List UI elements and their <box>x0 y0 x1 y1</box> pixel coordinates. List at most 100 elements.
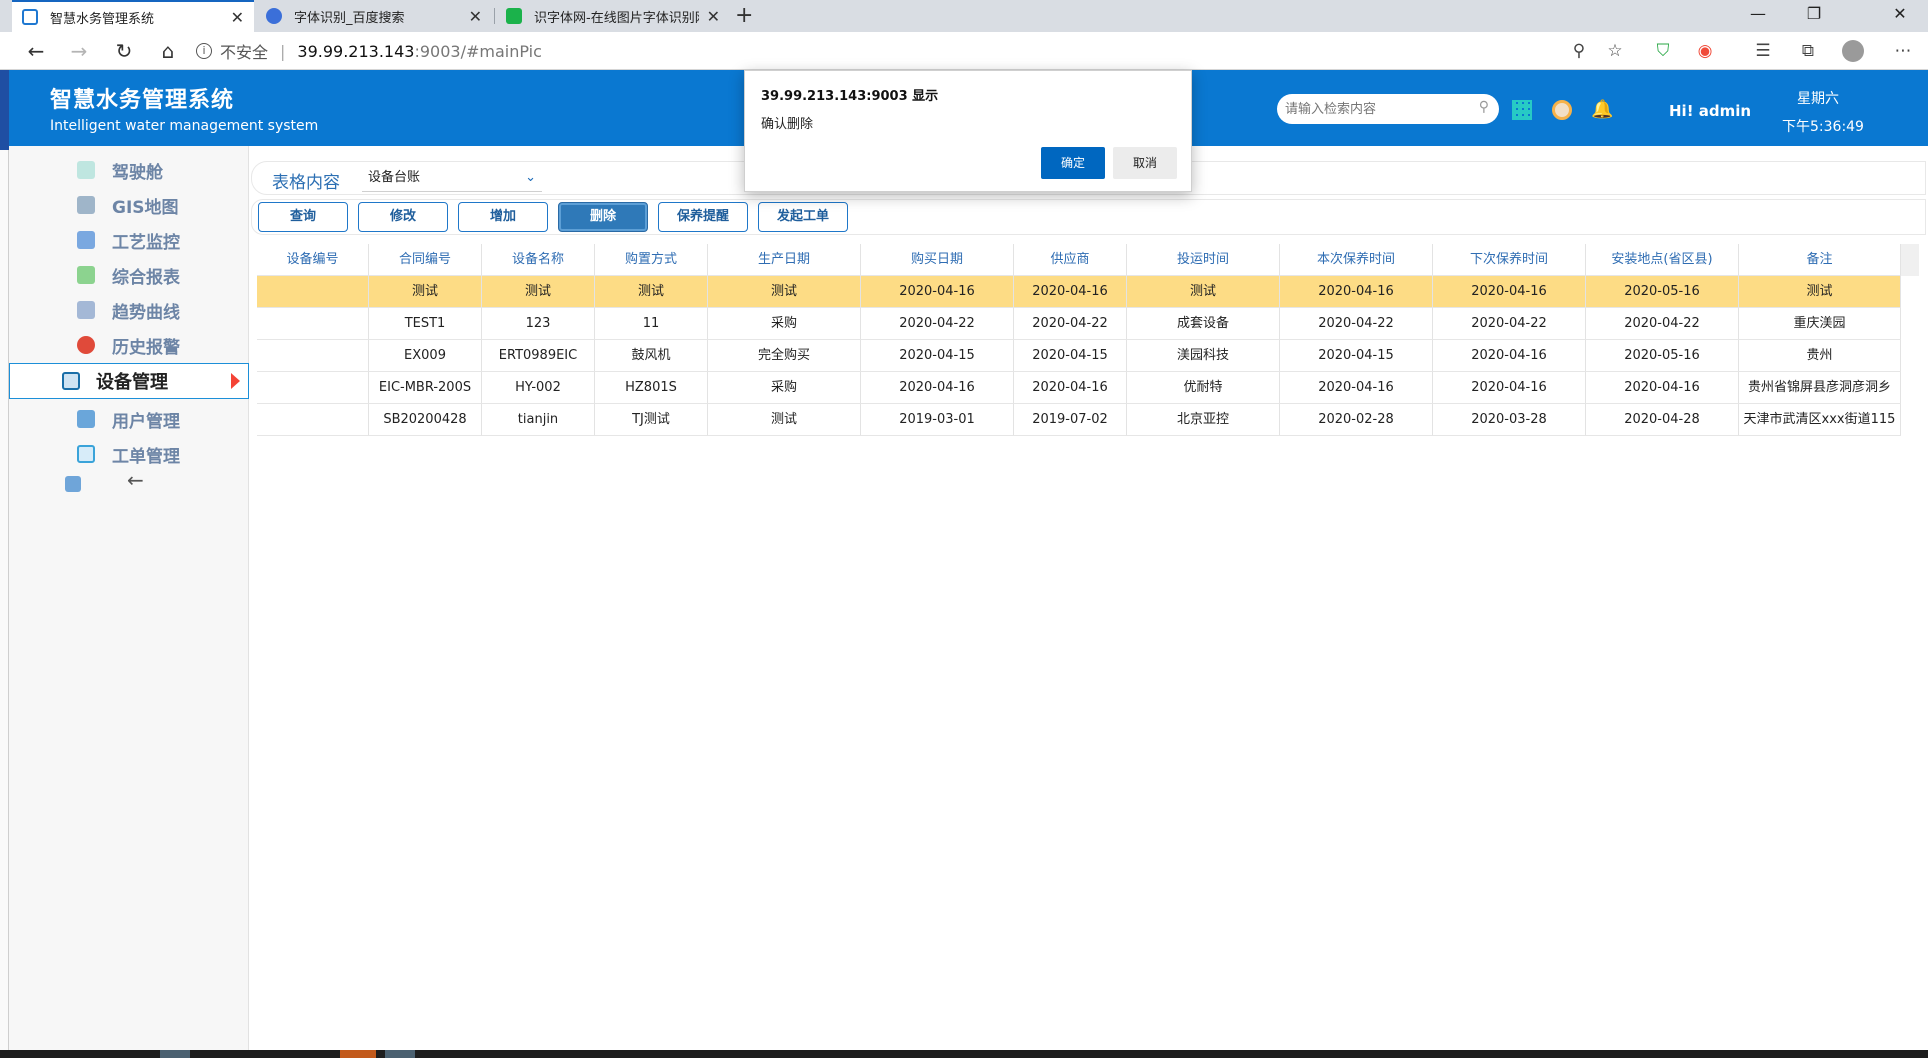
table-cell: 鼓风机 <box>595 340 708 372</box>
table-cell: 重庆渼园 <box>1739 308 1901 340</box>
table-cell: 2020-05-16 <box>1586 340 1739 372</box>
more-icon[interactable]: ⋯ <box>1892 40 1914 62</box>
table-cell: TJ测试 <box>595 404 708 436</box>
sidebar-item-process[interactable]: 工艺监控 <box>9 223 249 257</box>
forward-arrow-icon[interactable]: → <box>65 38 93 64</box>
sidebar-item-alarm[interactable]: 历史报警 <box>9 328 249 362</box>
sidebar-item-cockpit[interactable]: 驾驶舱 <box>9 153 249 187</box>
close-icon[interactable]: ✕ <box>469 7 482 26</box>
url-path: :9003/#mainPic <box>414 41 542 61</box>
table-cell <box>257 404 369 436</box>
extension-icon[interactable]: ◉ <box>1694 40 1716 62</box>
sidebar-item-label: 驾驶舱 <box>112 162 163 183</box>
table-cell: HY-002 <box>482 372 595 404</box>
collections-icon[interactable]: ⧉ <box>1797 40 1819 62</box>
maintenance-reminder-button[interactable]: 保养提醒 <box>658 202 748 232</box>
info-icon[interactable]: i <box>196 43 212 59</box>
sidebar-item-label: 趋势曲线 <box>112 302 180 323</box>
table-row[interactable]: EX009 ERT0989EIC 鼓风机 完全购买 2020-04-15 2020-04-… <box>257 340 1901 372</box>
table-cell: 完全购买 <box>708 340 861 372</box>
window-close-icon[interactable]: ✕ <box>1872 0 1928 32</box>
sidebar-item-user[interactable]: 用户管理 <box>9 402 249 436</box>
query-button[interactable]: 查询 <box>258 202 348 232</box>
taskbar-app[interactable] <box>160 1050 190 1058</box>
monitor-icon <box>77 231 95 249</box>
filter-label: 表格内容 <box>272 173 340 193</box>
table-row[interactable]: SB20200428 tianjin TJ测试 测试 2019-03-01 2019-07… <box>257 404 1901 436</box>
column-header: 生产日期 <box>708 244 861 276</box>
column-header: 投运时间 <box>1127 244 1280 276</box>
shield-extension-icon[interactable]: ⛉ <box>1652 40 1674 62</box>
table-cell <box>257 276 369 308</box>
table-cell: 11 <box>595 308 708 340</box>
user-greeting: Hi! admin <box>1669 102 1752 120</box>
table-cell: 2020-04-15 <box>1280 340 1433 372</box>
new-tab-plus-icon[interactable]: + <box>735 3 753 28</box>
restore-icon[interactable]: ❐ <box>1786 0 1842 32</box>
tab-font-recognition[interactable]: 识字体网-在线图片字体识别网站 ✕ <box>496 0 730 32</box>
address-toolbar: ← → ↻ ⌂ i 不安全 | 39.99.213.143 :9003/#mai… <box>0 32 1928 70</box>
column-header: 备注 <box>1739 244 1901 276</box>
minimize-icon[interactable]: — <box>1730 0 1786 32</box>
zoom-icon[interactable]: ⚲ <box>1568 40 1590 62</box>
table-cell: 采购 <box>708 372 861 404</box>
delete-button[interactable]: 删除 <box>558 202 648 232</box>
collapse-icon[interactable] <box>65 476 81 492</box>
table-row[interactable]: TEST1 123 11 采购 2020-04-22 2020-04-22 成套设备 2020… <box>257 308 1901 340</box>
home-icon[interactable]: ⌂ <box>154 38 182 64</box>
close-icon[interactable]: ✕ <box>707 7 720 26</box>
table-cell: 2020-04-15 <box>1014 340 1127 372</box>
cancel-button[interactable]: 取消 <box>1113 147 1177 179</box>
search-input[interactable] <box>1285 98 1465 120</box>
search-box[interactable]: ⚲ <box>1277 94 1499 124</box>
table-cell: 优耐特 <box>1127 372 1280 404</box>
qr-code-icon[interactable] <box>1512 100 1532 120</box>
table-cell: 测试 <box>708 404 861 436</box>
table-cell: HZ801S <box>595 372 708 404</box>
sidebar-item-report[interactable]: 综合报表 <box>9 258 249 292</box>
column-header: 合同编号 <box>369 244 482 276</box>
url-field[interactable]: i 不安全 | 39.99.213.143 :9003/#mainPic <box>196 37 542 65</box>
search-icon[interactable]: ⚲ <box>1479 99 1489 115</box>
sidebar-item-workorder[interactable]: 工单管理 <box>9 437 249 471</box>
browser-tab-bar: 智慧水务管理系统 ✕ 字体识别_百度搜索 ✕ 识字体网-在线图片字体识别网站 ✕… <box>0 0 1928 32</box>
create-workorder-button[interactable]: 发起工单 <box>758 202 848 232</box>
add-button[interactable]: 增加 <box>458 202 548 232</box>
confirm-button[interactable]: 确定 <box>1041 147 1105 179</box>
tab-divider <box>494 8 495 24</box>
tab-title: 智慧水务管理系统 <box>50 11 155 27</box>
table-cell: 贵州 <box>1739 340 1901 372</box>
back-arrow-icon[interactable]: ← <box>22 38 50 64</box>
table-cell: 2020-02-28 <box>1280 404 1433 436</box>
bell-icon[interactable]: 🔔 <box>1591 100 1613 120</box>
close-icon[interactable]: ✕ <box>231 8 244 27</box>
tab-font-search[interactable]: 字体识别_百度搜索 ✕ <box>256 0 492 32</box>
table-select[interactable]: 设备台账 ⌄ <box>362 164 542 192</box>
table-cell: 北京亚控 <box>1127 404 1280 436</box>
edit-button[interactable]: 修改 <box>358 202 448 232</box>
table-cell: 2020-04-22 <box>1280 308 1433 340</box>
favorites-list-icon[interactable]: ☰ <box>1752 40 1774 62</box>
column-header: 设备名称 <box>482 244 595 276</box>
table-cell: 2020-04-16 <box>861 276 1014 308</box>
star-icon[interactable]: ☆ <box>1604 40 1626 62</box>
table-row[interactable]: EIC-MBR-200S HY-002 HZ801S 采购 2020-04-16 2020… <box>257 372 1901 404</box>
dialog-message: 确认删除 <box>761 117 814 132</box>
tab-smart-water[interactable]: 智慧水务管理系统 ✕ <box>12 0 254 32</box>
sidebar-item-gis[interactable]: GIS地图 <box>9 188 249 222</box>
table-cell: 测试 <box>708 276 861 308</box>
back-arrow[interactable]: ← <box>127 468 144 492</box>
refresh-icon[interactable]: ↻ <box>110 38 138 64</box>
sidebar-item-label: 工艺监控 <box>112 232 180 253</box>
sidebar-item-device[interactable]: 设备管理 <box>9 363 249 399</box>
taskbar-app[interactable] <box>385 1050 415 1058</box>
taskbar-app[interactable] <box>340 1050 376 1058</box>
table-header: 设备编号 合同编号 设备名称 购置方式 生产日期 购买日期 供应商 投运时间 本次保养时间 下次保… <box>257 244 1901 276</box>
column-header: 下次保养时间 <box>1433 244 1586 276</box>
sidebar-item-trend[interactable]: 趋势曲线 <box>9 293 249 327</box>
table-row[interactable]: 测试 测试 测试 测试 2020-04-16 2020-04-16 测试 2020-04-16… <box>257 276 1901 308</box>
profile-avatar-icon[interactable] <box>1842 40 1864 62</box>
table-scrollbar[interactable] <box>1901 244 1919 276</box>
user-avatar-icon[interactable] <box>1552 100 1572 120</box>
chevron-down-icon: ⌄ <box>525 170 536 185</box>
